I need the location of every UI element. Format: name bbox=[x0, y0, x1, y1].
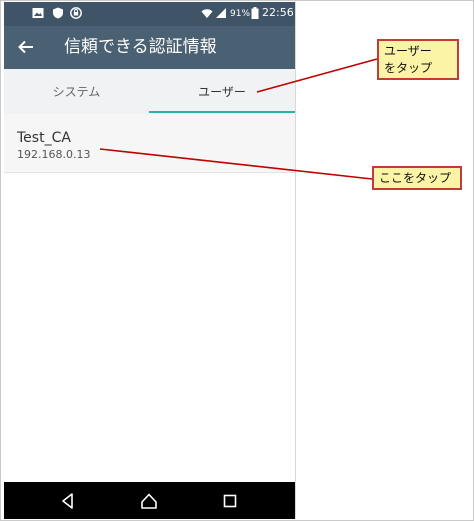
certificate-item-test-ca[interactable]: Test_CA 192.168.0.13 bbox=[4, 114, 295, 173]
page-title: 信頼できる認証情報 bbox=[64, 37, 217, 57]
callout-tap-here: ここをタップ bbox=[372, 166, 462, 190]
callout-tap-user-tab: ユーザー をタップ bbox=[377, 39, 459, 80]
tab-bar: システム ユーザー bbox=[4, 69, 295, 114]
sync-icon bbox=[70, 7, 82, 19]
clock: 22:56 bbox=[262, 6, 294, 19]
battery-icon bbox=[251, 7, 259, 19]
battery-percent: 91% bbox=[230, 9, 251, 19]
back-triangle-icon[interactable] bbox=[58, 491, 78, 511]
home-icon[interactable] bbox=[139, 491, 159, 511]
shield-icon bbox=[53, 7, 63, 19]
wifi-icon bbox=[201, 9, 213, 18]
certificate-name: Test_CA bbox=[17, 130, 71, 146]
recents-icon[interactable] bbox=[220, 491, 240, 511]
phone-screen: 91% 22:56 信頼できる認証情報 システム ユーザー Test_CA 19… bbox=[4, 2, 296, 519]
status-bar: 91% 22:56 bbox=[4, 2, 295, 26]
tab-user[interactable]: ユーザー bbox=[149, 69, 295, 114]
tab-selected-indicator bbox=[149, 111, 295, 113]
image-icon bbox=[32, 8, 44, 18]
app-bar: 信頼できる認証情報 bbox=[4, 26, 295, 69]
arrow-left-icon[interactable] bbox=[16, 37, 36, 57]
signal-icon bbox=[216, 8, 226, 18]
navigation-bar bbox=[4, 482, 295, 519]
screenshot-frame: 91% 22:56 信頼できる認証情報 システム ユーザー Test_CA 19… bbox=[0, 0, 474, 521]
tab-system[interactable]: システム bbox=[4, 69, 149, 114]
certificate-address: 192.168.0.13 bbox=[17, 148, 91, 161]
